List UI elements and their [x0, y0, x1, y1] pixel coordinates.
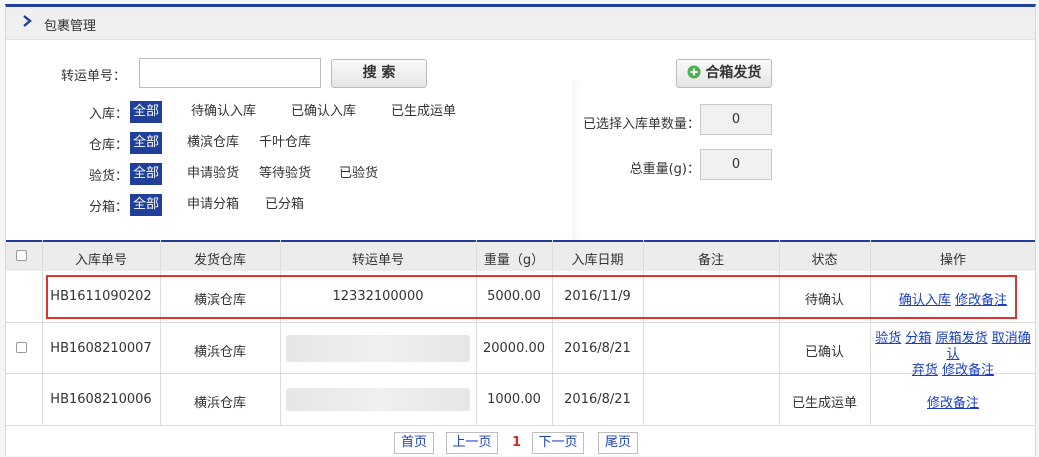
cell-weight: 1000.00: [487, 392, 541, 407]
inbound-option-pending[interactable]: 待确认入库: [188, 101, 259, 123]
header-actions: 操作: [939, 253, 966, 268]
highlight-box: [46, 275, 1017, 319]
header-warehouse: 发货仓库: [193, 253, 246, 268]
inspection-option-all[interactable]: 全部: [130, 163, 163, 185]
column-divider: [779, 240, 780, 426]
edit-note-link[interactable]: 修改备注: [927, 396, 979, 411]
column-divider: [476, 240, 477, 426]
column-divider: [280, 240, 281, 426]
boxing-option-requested[interactable]: 申请分箱: [184, 194, 242, 216]
cell-actions: 验货 分箱 原箱发货 取消确认 弃货 修改备注: [870, 331, 1036, 379]
selected-count-value: 0: [700, 104, 772, 135]
next-page-button[interactable]: 下一页: [532, 432, 584, 454]
merge-ship-label: 合箱发货: [705, 65, 762, 81]
column-divider: [870, 240, 871, 426]
cell-inbound-id: HB1608210006: [50, 392, 152, 407]
header-note: 备注: [697, 253, 724, 268]
cell-weight: 20000.00: [482, 341, 546, 356]
warehouse-option-chiba[interactable]: 千叶仓库: [256, 132, 314, 154]
panel-header: 包裹管理: [6, 7, 1035, 40]
last-page-button[interactable]: 尾页: [598, 432, 638, 454]
filter-area: 转运单号： 搜 索 入库： 全部 待确认入库 已确认入库 已生成运单 仓库： 全…: [6, 41, 1035, 251]
cell-status: 已确认: [804, 345, 844, 360]
inspection-label: 验货：: [88, 169, 128, 184]
tracking-label: 转运单号：: [60, 69, 126, 84]
inspection-option-done[interactable]: 已验货: [336, 163, 381, 185]
warehouse-option-yokohama[interactable]: 横滨仓库: [184, 132, 242, 154]
search-button[interactable]: 搜 索: [331, 59, 427, 88]
panel-title: 包裹管理: [44, 19, 97, 34]
cell-warehouse: 横浜仓库: [193, 396, 246, 411]
tracking-input[interactable]: [139, 58, 321, 88]
boxing-label: 分箱：: [88, 200, 128, 215]
ship-original-link[interactable]: 原箱发货: [936, 331, 988, 346]
cell-date: 2016/8/21: [564, 392, 631, 407]
column-divider: [42, 240, 43, 426]
header-weight: 重量（g）: [483, 253, 545, 268]
total-weight-label: 总重量(g)：: [629, 162, 700, 177]
redacted-tracking: [286, 388, 470, 411]
warehouse-option-all[interactable]: 全部: [130, 132, 163, 154]
column-divider: [160, 240, 161, 426]
cell-actions: 修改备注: [870, 392, 1036, 411]
merge-ship-button[interactable]: 合箱发货: [676, 59, 772, 88]
cell-date: 2016/8/21: [564, 341, 631, 356]
inspect-link[interactable]: 验货: [875, 331, 901, 346]
row-checkbox[interactable]: [16, 342, 27, 353]
inbound-label: 入库：: [88, 107, 128, 122]
total-weight-value: 0: [700, 149, 772, 180]
inbound-option-confirmed[interactable]: 已确认入库: [288, 101, 359, 123]
cell-warehouse: 横浜仓库: [193, 345, 246, 360]
plus-circle-icon: [687, 65, 701, 79]
pagination: 首页 上一页 1 下一页 尾页: [6, 432, 1035, 454]
package-management-panel: 包裹管理 转运单号： 搜 索 入库： 全部 待确认入库 已确认入库 已生成运单 …: [5, 4, 1036, 456]
header-inbound-id: 入库单号: [74, 253, 127, 268]
inspection-option-requested[interactable]: 申请验货: [184, 163, 242, 185]
select-all-checkbox[interactable]: [16, 250, 27, 261]
header-date: 入库日期: [571, 253, 624, 268]
header-tracking: 转运单号: [351, 253, 404, 268]
boxing-option-all[interactable]: 全部: [130, 194, 163, 216]
chevron-right-icon: [23, 15, 32, 27]
warehouse-label: 仓库：: [88, 138, 128, 153]
first-page-button[interactable]: 首页: [394, 432, 434, 454]
boxing-option-done[interactable]: 已分箱: [262, 194, 307, 216]
column-divider: [643, 240, 644, 426]
prev-page-button[interactable]: 上一页: [446, 432, 498, 454]
cell-inbound-id: HB1608210007: [50, 341, 152, 356]
inbound-option-waybill[interactable]: 已生成运单: [388, 101, 459, 123]
current-page: 1: [512, 435, 522, 450]
column-divider: [552, 240, 553, 426]
inspection-option-waiting[interactable]: 等待验货: [256, 163, 314, 185]
header-status: 状态: [811, 253, 838, 268]
inbound-option-all[interactable]: 全部: [130, 101, 163, 123]
split-link[interactable]: 分箱: [905, 331, 931, 346]
redacted-tracking: [286, 335, 470, 362]
cell-status: 已生成运单: [791, 396, 857, 411]
selected-count-label: 已选择入库单数量：: [582, 117, 700, 132]
